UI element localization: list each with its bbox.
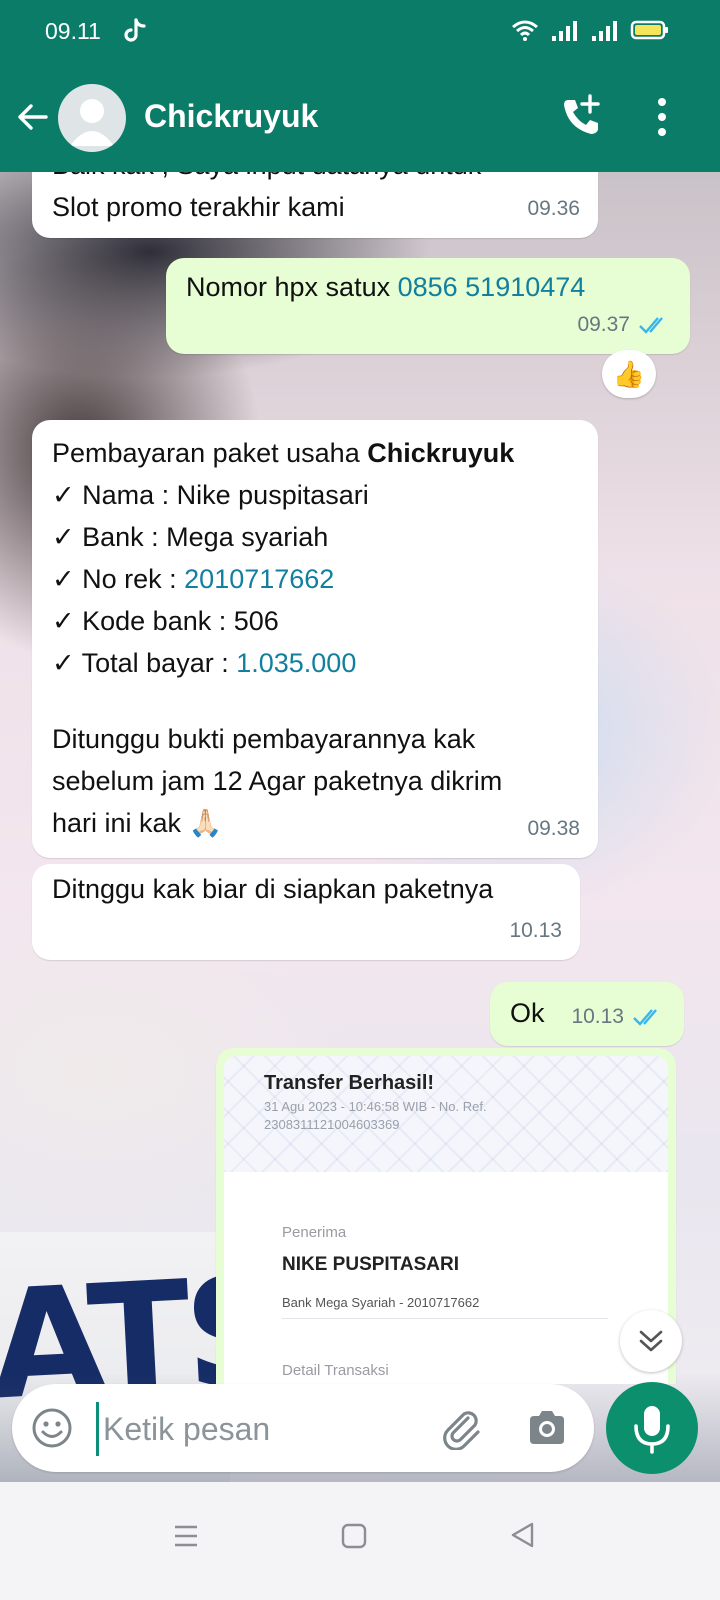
attach-icon[interactable] <box>438 1404 484 1450</box>
double-check-icon <box>639 317 663 334</box>
receipt-subtitle: 31 Agu 2023 - 10:46:58 WIB - No. Ref. 23… <box>264 1098 564 1134</box>
double-check-icon <box>633 1009 657 1026</box>
receipt-divider <box>282 1318 608 1319</box>
message-composer <box>12 1384 594 1472</box>
total-value-link[interactable]: 1.035.000 <box>236 648 356 678</box>
status-bar: 09.11 <box>0 0 720 62</box>
contact-name[interactable]: Chickruyuk <box>144 98 318 135</box>
status-time: 09.11 <box>45 18 101 44</box>
message-incoming[interactable]: Ditnggu kak biar di siapkan paketnya 10.… <box>32 864 580 960</box>
home-icon[interactable] <box>340 1522 368 1550</box>
message-outgoing[interactable]: Nomor hpx satux 0856 51910474 09.37 <box>166 258 690 354</box>
message-line: hari ini kak 🙏🏻 <box>52 808 223 838</box>
call-add-icon[interactable] <box>560 94 604 138</box>
wifi-icon <box>512 20 538 41</box>
message-time: 10.13 <box>571 1005 624 1028</box>
message-text: Nomor hpx satux 0856 51910474 <box>186 266 585 308</box>
avatar[interactable] <box>58 84 126 152</box>
phone-link[interactable]: 0856 51910474 <box>398 272 586 302</box>
signal-icon <box>592 21 617 41</box>
status-icons <box>510 18 670 42</box>
transfer-receipt-image[interactable]: Transfer Berhasil! 31 Agu 2023 - 10:46:5… <box>224 1056 668 1384</box>
message-text: Pembayaran paket usaha Chickruyuk ✓ Nama… <box>52 432 514 844</box>
rek-number-link[interactable]: 2010717662 <box>184 564 334 594</box>
app-header: 09.11 Chickruyuk <box>0 0 720 172</box>
signal-icon <box>552 21 577 41</box>
recipient-name: NIKE PUSPITASARI <box>282 1254 460 1275</box>
message-outgoing[interactable]: Ok 10.13 <box>490 982 684 1046</box>
message-time: 09.36 <box>527 197 580 220</box>
camera-icon[interactable] <box>526 1408 568 1448</box>
reaction-badge[interactable]: 👍 <box>602 350 656 398</box>
emoji-icon[interactable] <box>30 1406 74 1450</box>
more-vert-icon[interactable] <box>650 96 674 138</box>
payment-intro: Pembayaran paket usaha <box>52 438 368 468</box>
message-input[interactable] <box>96 1402 445 1456</box>
message-text: Ditnggu kak biar di siapkan paketnya <box>52 874 494 904</box>
recent-apps-icon[interactable] <box>172 1522 200 1550</box>
message-prefix: Nomor hpx satux <box>186 272 398 302</box>
chevrons-down-icon <box>639 1330 663 1352</box>
receipt-ref: 2308311121004603369 <box>264 1117 400 1132</box>
detail-bank: ✓ Bank : Mega syariah <box>52 522 329 552</box>
receipt-header: Transfer Berhasil! 31 Agu 2023 - 10:46:5… <box>224 1056 668 1172</box>
system-nav-bar <box>0 1482 720 1600</box>
back-nav-icon[interactable] <box>508 1520 536 1550</box>
back-arrow-icon[interactable] <box>16 100 50 134</box>
message-text: Baik kak , Saya input datanya untuk Slot… <box>52 172 481 228</box>
message-line: Slot promo terakhir kami <box>52 192 345 222</box>
message-incoming[interactable]: Pembayaran paket usaha Chickruyuk ✓ Nama… <box>32 420 598 858</box>
tiktok-icon <box>124 18 146 42</box>
detail-rek-label: ✓ No rek : <box>52 564 185 594</box>
message-line: Ditunggu bukti pembayarannya kak <box>52 724 476 754</box>
message-time: 09.38 <box>527 817 580 840</box>
receipt-body: Penerima NIKE PUSPITASARI Bank Mega Syar… <box>224 1182 668 1384</box>
battery-icon <box>630 20 668 40</box>
message-line: sebelum jam 12 Agar paketnya dikrim <box>52 766 503 796</box>
message-list: Baik kak , Saya input datanya untuk Slot… <box>0 172 720 1384</box>
scroll-down-button[interactable] <box>620 1310 682 1372</box>
message-line-partial: Baik kak , Saya input datanya untuk <box>52 172 481 186</box>
default-avatar-icon <box>70 99 114 146</box>
message-incoming[interactable]: Baik kak , Saya input datanya untuk Slot… <box>32 172 598 238</box>
chat-header: Chickruyuk <box>0 62 720 172</box>
detail-total-label: ✓ Total bayar : <box>52 648 237 678</box>
message-text: Ok <box>510 998 545 1028</box>
message-time: 10.13 <box>509 919 562 942</box>
detail-kode: ✓ Kode bank : 506 <box>52 606 279 636</box>
image-message[interactable]: Transfer Berhasil! 31 Agu 2023 - 10:46:5… <box>216 1048 676 1384</box>
transaction-detail-label: Detail Transaksi <box>282 1362 389 1379</box>
business-name: Chickruyuk <box>367 438 515 468</box>
receipt-date: 31 Agu 2023 - 10:46:58 WIB - No. Ref. <box>264 1099 487 1114</box>
mic-button[interactable] <box>606 1382 698 1474</box>
detail-nama: ✓ Nama : Nike puspitasari <box>52 480 369 510</box>
message-time: 09.37 <box>577 313 630 336</box>
mic-icon <box>634 1406 670 1454</box>
